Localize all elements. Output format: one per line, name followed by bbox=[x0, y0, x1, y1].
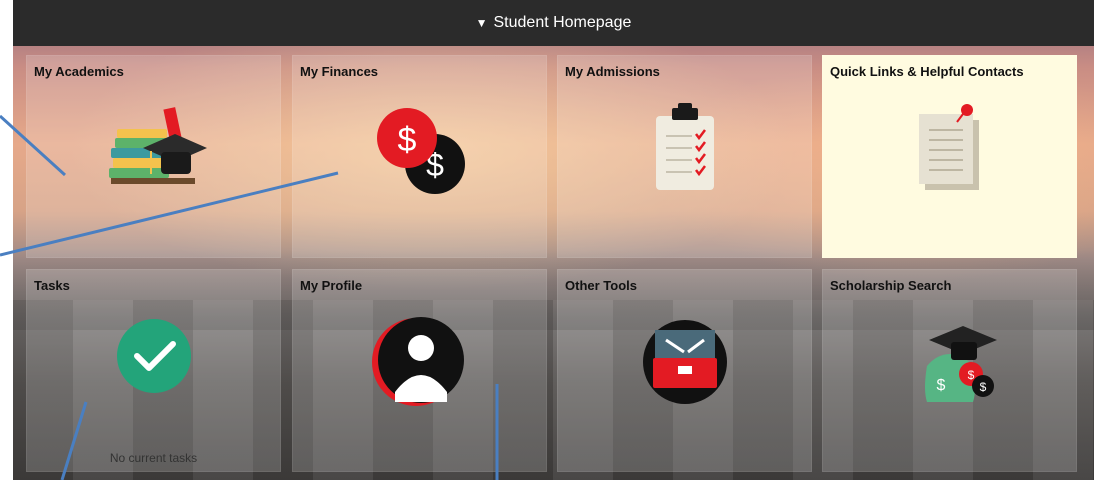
tile-other-tools[interactable]: Other Tools bbox=[557, 269, 812, 472]
tile-tasks[interactable]: Tasks No current tasks bbox=[26, 269, 281, 472]
finances-icon: $ $ bbox=[377, 108, 465, 194]
tasks-status: No current tasks bbox=[109, 451, 198, 465]
caret-down-icon[interactable]: ▼ bbox=[476, 16, 488, 30]
toolbox-icon bbox=[643, 320, 727, 404]
tile-my-profile[interactable]: My Profile bbox=[292, 269, 547, 472]
academics-icon bbox=[109, 107, 207, 184]
svg-text:$: $ bbox=[980, 380, 987, 394]
tile-scholarship-search[interactable]: Scholarship Search $ $ $ bbox=[822, 269, 1077, 472]
tile-quick-links[interactable]: Quick Links & Helpful Contacts bbox=[822, 55, 1077, 258]
homepage-background: ▼ Student Homepage My Academics My Finan… bbox=[13, 0, 1094, 480]
scholarship-icon: $ $ $ bbox=[925, 326, 997, 402]
quick-links-icon bbox=[919, 104, 979, 190]
svg-text:$: $ bbox=[937, 377, 946, 394]
tile-my-admissions[interactable]: My Admissions bbox=[557, 55, 812, 258]
student-homepage-header[interactable]: ▼ Student Homepage bbox=[13, 0, 1094, 46]
svg-text:$: $ bbox=[398, 121, 417, 159]
tasks-check-icon bbox=[117, 319, 191, 393]
svg-text:$: $ bbox=[968, 368, 975, 382]
tile-my-finances[interactable]: My Finances $ $ bbox=[292, 55, 547, 258]
tile-my-academics[interactable]: My Academics bbox=[26, 55, 281, 258]
admissions-icon bbox=[656, 103, 714, 190]
page-title[interactable]: Student Homepage bbox=[494, 14, 632, 32]
profile-icon bbox=[372, 317, 464, 406]
